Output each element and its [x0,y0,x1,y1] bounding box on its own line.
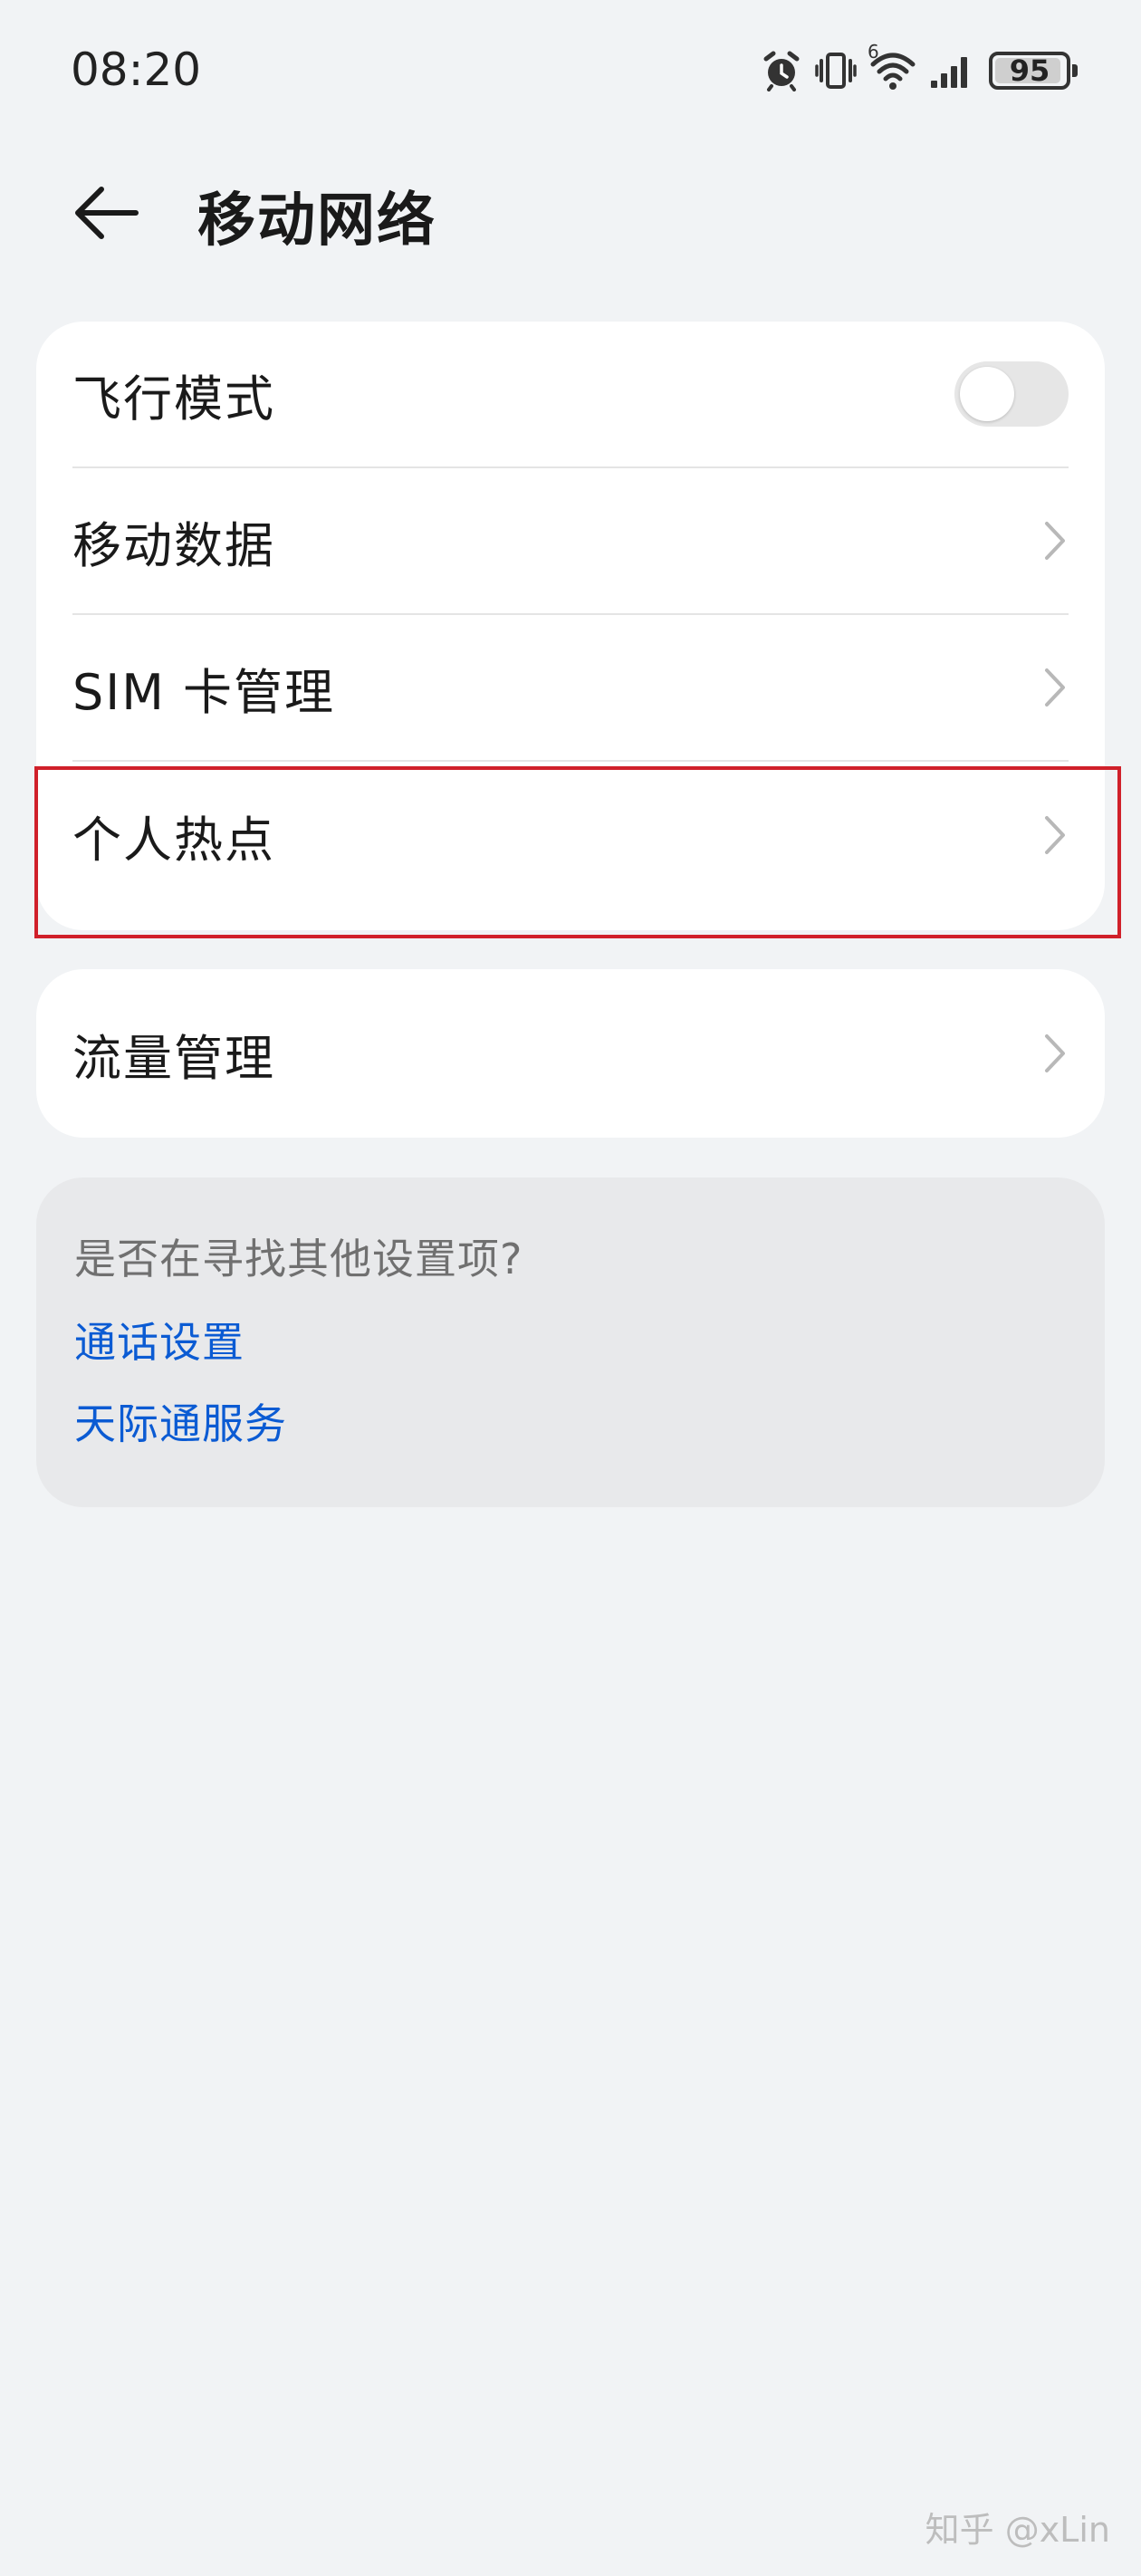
settings-group-data: 流量管理 [36,969,1105,1138]
back-arrow-icon[interactable] [71,181,143,245]
battery-icon: 95 [989,52,1078,90]
chevron-right-icon [1041,518,1069,563]
cellular-signal-icon [929,50,976,91]
airplane-mode-label: 飞行模式 [72,370,275,428]
page-title: 移动网络 [197,187,436,255]
personal-hotspot-row[interactable]: 个人热点 [72,762,1069,908]
status-bar: 08:20 6 95 [0,0,1141,145]
sim-management-row[interactable]: SIM 卡管理 [72,615,1069,762]
mobile-data-label: 移动数据 [72,516,275,574]
skytone-service-link[interactable]: 天际通服务 [74,1391,287,1451]
mobile-data-row[interactable]: 移动数据 [72,468,1069,615]
suggestions-card: 是否在寻找其他设置项? 通话设置 天际通服务 [36,1177,1105,1507]
personal-hotspot-label: 个人热点 [72,811,275,869]
status-time: 08:20 [71,43,202,96]
watermark: 知乎 @xLin [925,2510,1110,2550]
chevron-right-icon [1041,812,1069,858]
airplane-mode-toggle[interactable] [954,361,1069,427]
alarm-icon [761,50,802,91]
vibrate-icon [815,50,857,91]
chevron-right-icon [1041,665,1069,710]
airplane-mode-row[interactable]: 飞行模式 [72,322,1069,468]
data-usage-row[interactable]: 流量管理 [72,969,1069,1138]
status-icons: 6 95 [761,41,1078,96]
page-header: 移动网络 [0,154,1141,272]
battery-percent: 95 [1009,53,1050,88]
suggestions-question: 是否在寻找其他设置项? [74,1235,523,1283]
wifi-icon: 6 [868,41,916,91]
call-settings-link[interactable]: 通话设置 [74,1310,244,1370]
wifi-generation-label: 6 [868,41,879,62]
settings-group-network: 飞行模式 移动数据 SIM 卡管理 个人热点 [36,322,1105,930]
sim-management-label: SIM 卡管理 [72,663,335,721]
toggle-knob [960,367,1014,421]
data-usage-label: 流量管理 [72,1029,275,1087]
chevron-right-icon [1041,1031,1069,1076]
